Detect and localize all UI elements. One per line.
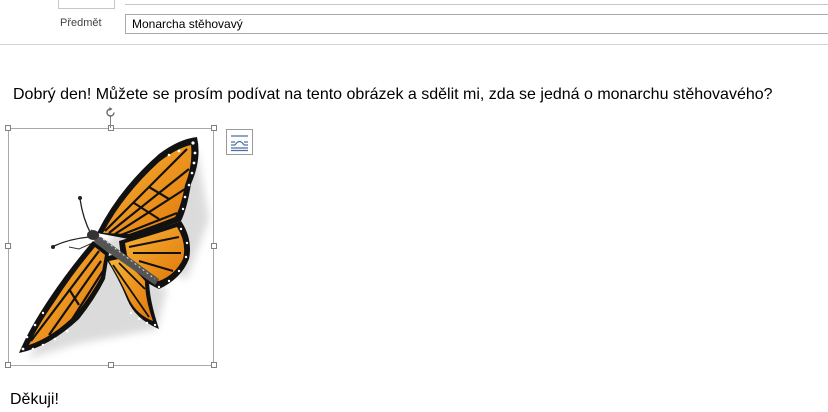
layout-options-icon <box>231 135 248 152</box>
resize-handle-left[interactable] <box>5 243 11 249</box>
message-closing-text[interactable]: Děkuji! <box>10 391 59 409</box>
email-compose-window: Předmět Dobrý den! Můžete se prosím podí… <box>0 0 828 412</box>
image-selection-frame <box>8 128 214 366</box>
resize-handle-top-right[interactable] <box>211 125 217 131</box>
resize-handle-top[interactable] <box>108 125 114 131</box>
layout-options-button[interactable] <box>226 129 253 155</box>
rotate-handle-icon[interactable] <box>104 106 117 119</box>
message-body-text[interactable]: Dobrý den! Můžete se prosím podívat na t… <box>13 86 773 104</box>
header-divider <box>0 44 828 45</box>
resize-handle-bottom-right[interactable] <box>211 362 217 368</box>
from-field-box[interactable] <box>58 0 115 9</box>
subject-input[interactable] <box>125 14 828 34</box>
cc-field-line <box>125 4 828 5</box>
resize-handle-top-left[interactable] <box>5 125 11 131</box>
message-header: Předmět <box>0 0 828 45</box>
resize-handle-bottom-left[interactable] <box>5 362 11 368</box>
subject-label: Předmět <box>60 17 102 29</box>
resize-handle-bottom[interactable] <box>108 362 114 368</box>
resize-handle-right[interactable] <box>211 243 217 249</box>
